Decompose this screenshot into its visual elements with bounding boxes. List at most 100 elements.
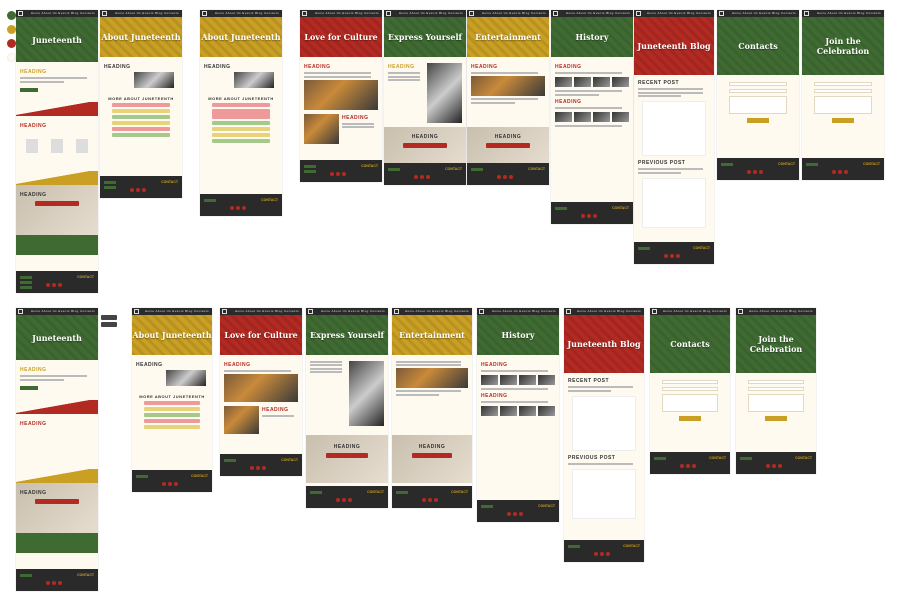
post-card[interactable] (572, 468, 636, 519)
link-pill[interactable] (212, 103, 270, 107)
name-field[interactable] (729, 82, 787, 86)
nav-links[interactable]: Home About Us Events Blog Contacts (215, 11, 279, 15)
previous-post-heading: PREVIOUS POST (568, 454, 616, 461)
nav-links[interactable]: Home About Us Events Blog Contacts (399, 11, 463, 15)
link-pill[interactable] (112, 103, 170, 107)
read-more-button[interactable] (20, 87, 38, 92)
menu-button[interactable] (101, 315, 117, 320)
nav-links[interactable]: Home About Us Events Blog Contacts (732, 11, 796, 15)
feature-card[interactable] (50, 139, 63, 153)
about-image (134, 72, 174, 88)
link-pill[interactable] (212, 133, 270, 137)
cta-button[interactable] (485, 143, 531, 148)
submit-button[interactable] (679, 416, 701, 421)
hero-title: Juneteenth Blog (567, 339, 641, 349)
nav-links[interactable]: Home About Us Events Blog Contacts (235, 309, 299, 313)
section-heading: HEADING (20, 367, 47, 373)
link-pill[interactable] (144, 425, 200, 429)
hero-title: Express Yourself (387, 32, 462, 42)
nav-links[interactable]: Home About Us Events Blog Contacts (577, 309, 641, 313)
nav-links[interactable]: Home About Us Events Blog Contacts (405, 309, 469, 313)
hero-title: About Juneteenth (132, 330, 212, 340)
nav-links[interactable]: Home About Us Events Blog Contacts (31, 309, 95, 313)
nav-links[interactable]: Home About Us Events Blog Contacts (492, 309, 556, 313)
link-pill[interactable] (212, 121, 270, 125)
footer-contact: CONTACT (161, 180, 178, 184)
section-heading: HEADING (20, 69, 47, 75)
email-field[interactable] (814, 89, 872, 93)
frame-culture: Home About Us Events Blog Contacts Love … (300, 10, 382, 182)
cta-button[interactable] (402, 143, 448, 148)
link-pill[interactable] (212, 139, 270, 143)
link-pill[interactable] (144, 413, 200, 417)
swatch-red (7, 39, 16, 48)
message-field[interactable] (748, 394, 804, 412)
hero-title: About Juneteenth (201, 32, 281, 42)
swatch-green (7, 11, 16, 20)
link-pill[interactable] (112, 109, 170, 113)
logo-icon (18, 11, 23, 16)
feature-card[interactable] (75, 139, 88, 153)
message-field[interactable] (814, 96, 872, 114)
frame-entertainment-2: Home About Us Events Blog Contacts Enter… (392, 308, 472, 508)
nav-links[interactable]: Home About Us Events Blog Contacts (663, 309, 727, 313)
nav-links[interactable]: Home About Us Events Blog Contacts (315, 11, 379, 15)
link-pill[interactable] (144, 407, 200, 411)
nav-links[interactable]: Home About Us Events Blog Contacts (817, 11, 881, 15)
email-field[interactable] (662, 387, 718, 391)
footer-contact: CONTACT (77, 573, 94, 577)
message-field[interactable] (662, 394, 718, 412)
section-heading: HEADING (104, 64, 131, 70)
submit-button[interactable] (765, 416, 787, 421)
read-more-button[interactable] (20, 385, 38, 390)
menu-button[interactable] (101, 322, 117, 327)
post-card[interactable] (642, 101, 706, 156)
cta-button[interactable] (34, 499, 80, 504)
message-field[interactable] (729, 96, 787, 114)
cta-button[interactable] (326, 453, 368, 458)
name-field[interactable] (748, 380, 804, 384)
section-heading-2: HEADING (20, 421, 47, 427)
link-pill[interactable] (112, 127, 170, 131)
social-icons[interactable] (46, 283, 62, 287)
hero-title: Juneteenth Blog (637, 41, 711, 51)
nav-links[interactable]: Home About Us Events Blog Contacts (749, 309, 813, 313)
section-heading: HEADING (481, 362, 508, 368)
hero-title: Join the Celebration (816, 36, 870, 56)
post-card[interactable] (572, 395, 636, 451)
name-field[interactable] (814, 82, 872, 86)
frame-join: Home About Us Events Blog Contacts Join … (802, 10, 884, 180)
section-heading: HEADING (136, 362, 163, 368)
recent-post-heading: RECENT POST (638, 80, 680, 86)
feature-card[interactable] (26, 139, 39, 153)
footer-contact: CONTACT (693, 246, 710, 250)
link-pill[interactable] (112, 115, 170, 119)
nav-links[interactable]: Home About Us Events Blog Contacts (647, 11, 711, 15)
nav-links[interactable]: Home About Us Events Blog Contacts (321, 309, 385, 313)
submit-button[interactable] (747, 118, 769, 123)
nav-links[interactable]: Home About Us Events Blog Contacts (482, 11, 546, 15)
frame-join-2: Home About Us Events Blog Contacts Join … (736, 308, 816, 474)
link-pill[interactable] (144, 401, 200, 405)
frame-blog-2: Home About Us Events Blog Contacts Junet… (564, 308, 644, 562)
email-field[interactable] (729, 89, 787, 93)
nav-links[interactable]: Home About Us Events Blog Contacts (115, 11, 179, 15)
cta-button[interactable] (34, 201, 80, 206)
nav-links[interactable]: Home About Us Events Blog Contacts (31, 11, 95, 15)
link-pill[interactable] (112, 121, 170, 125)
swatch-cream (7, 53, 16, 62)
cta-button[interactable] (411, 453, 453, 458)
link-pill[interactable] (112, 133, 170, 137)
footer-contact: CONTACT (261, 198, 278, 202)
email-field[interactable] (748, 387, 804, 391)
footer-contact: CONTACT (795, 456, 812, 460)
link-pill[interactable] (212, 127, 270, 131)
link-pill[interactable] (144, 419, 200, 423)
section-heading-2: HEADING (20, 123, 47, 129)
post-card[interactable] (642, 177, 706, 228)
name-field[interactable] (662, 380, 718, 384)
nav-links[interactable]: Home About Us Events Blog Contacts (566, 11, 630, 15)
frame-express: Home About Us Events Blog Contacts Expre… (384, 10, 466, 185)
nav-links[interactable]: Home About Us Events Blog Contacts (145, 309, 209, 313)
submit-button[interactable] (832, 118, 854, 123)
